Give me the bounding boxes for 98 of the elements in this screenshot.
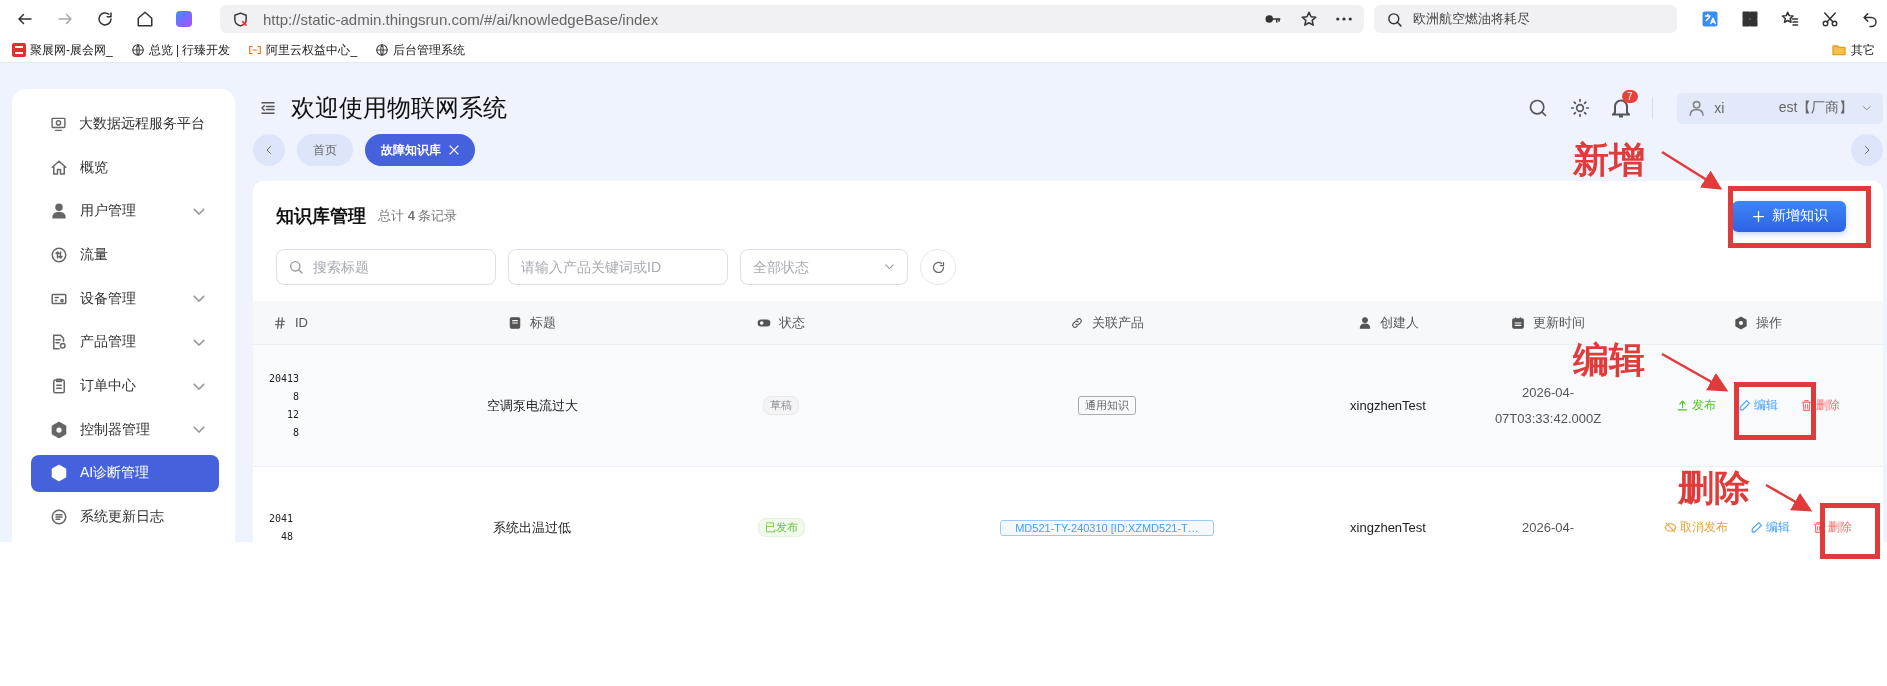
product-tag: MD521-TY-240310 [ID:XZMD521-T… <box>1000 519 1214 536</box>
column-header: 创建人 <box>1379 313 1419 332</box>
title-cell: 系统出温过低 <box>493 518 571 537</box>
sidebar-item[interactable]: 大数据远程服务平台 <box>31 105 219 143</box>
search-icon <box>1385 10 1403 28</box>
url-text: http://static-admin.thingsrun.com/#/ai/knowledgeBase/index <box>263 10 660 28</box>
search-field[interactable]: 搜索标题 <box>276 249 496 285</box>
undo-icon <box>1861 10 1879 28</box>
column-header: ID <box>295 315 308 330</box>
tab[interactable]: 首页 <box>297 134 353 166</box>
gear-icon <box>1734 315 1748 330</box>
page-title: 欢迎使用物联网系统 <box>291 93 508 123</box>
sidebar-item[interactable]: 系统更新日志 <box>31 498 219 537</box>
sidebar-item[interactable]: 控制器管理 <box>31 410 219 449</box>
annotation-label: 编辑 <box>1573 338 1645 382</box>
menu-fold-icon <box>259 99 277 117</box>
status-select[interactable]: 全部状态 <box>740 249 908 285</box>
creator-cell: xingzhenTest <box>1350 520 1426 535</box>
expo-logo-icon <box>12 43 26 57</box>
other-bookmarks[interactable]: 其它 <box>1831 41 1875 59</box>
globe-icon <box>130 43 145 57</box>
folder-icon <box>1831 42 1847 58</box>
user-icon <box>1687 98 1707 118</box>
column-header: 状态 <box>779 313 805 332</box>
home-icon <box>50 158 68 177</box>
sidebar-item[interactable]: 订单中心 <box>31 367 219 405</box>
refresh-button[interactable] <box>920 249 956 285</box>
more-icon[interactable] <box>1335 17 1352 21</box>
cloud-bracket-icon <box>248 43 263 57</box>
status-tag: 草稿 <box>763 396 799 415</box>
id-cell-text: 2041 48 <box>269 511 294 542</box>
product-tag: 通用知识 <box>1078 396 1136 415</box>
search-field[interactable]: 欧洲航空燃油将耗尽 <box>1373 5 1677 33</box>
refresh-icon <box>930 259 946 275</box>
plus-icon <box>1750 208 1766 224</box>
trash-icon <box>1800 399 1813 412</box>
apps-icon <box>1741 10 1759 28</box>
pencil-icon <box>1738 399 1751 412</box>
gear-icon <box>50 464 68 483</box>
sidebar-item[interactable]: AI诊断管理 <box>31 454 219 493</box>
time-cell-text: 2026-04- <box>1521 518 1574 537</box>
sidebar-item[interactable]: 用户管理 <box>31 192 219 231</box>
home-icon <box>136 10 154 28</box>
tab[interactable]: 故障知识库 <box>365 134 475 166</box>
title-cell: 空调泵电流过大 <box>486 396 578 415</box>
close-icon[interactable] <box>449 145 459 155</box>
sidebar-item[interactable]: 流量 <box>31 236 219 274</box>
product-field[interactable]: 请输入产品关键词或ID <box>508 249 728 285</box>
link-icon <box>1070 315 1084 330</box>
reload-icon <box>96 10 114 28</box>
highlight-frame <box>1820 503 1880 559</box>
clipboard-icon <box>50 377 68 396</box>
add-button[interactable]: 新增知识 <box>1732 200 1846 232</box>
id-cell-text: 20413 8 12 8 <box>269 371 300 440</box>
gear-icon <box>50 420 68 439</box>
address-bar[interactable]: http://static-admin.thingsrun.com/#/ai/knowledgeBase/index <box>220 5 1364 33</box>
bookmark[interactable]: 后台管理系统 <box>375 41 466 59</box>
card-title: 知识库管理 <box>276 205 366 228</box>
eye-off-icon <box>1664 521 1677 534</box>
user-icon <box>50 202 68 221</box>
book-icon <box>508 315 522 330</box>
sidebar-item[interactable]: 概览 <box>31 148 219 187</box>
globe-icon <box>375 43 390 57</box>
column-header: 更新时间 <box>1533 313 1585 332</box>
column-header: 操作 <box>1756 313 1782 332</box>
bell-icon[interactable] <box>1612 98 1630 118</box>
search-icon <box>1528 98 1548 118</box>
assistant-icon[interactable] <box>176 11 192 27</box>
hash-icon <box>273 315 287 330</box>
annotation-label: 新增 <box>1573 138 1645 182</box>
upload-icon <box>1676 399 1689 412</box>
bookmark[interactable]: 聚展网-展会网_ <box>12 41 113 59</box>
favorites-icon <box>1781 10 1799 28</box>
shield-icon <box>232 10 249 28</box>
scissors-icon <box>1821 10 1839 28</box>
column-header: 关联产品 <box>1092 313 1144 332</box>
flow-icon <box>50 245 68 264</box>
creator-cell: xingzhenTest <box>1350 398 1426 413</box>
time-cell-text: 2026-04- 07T03:33:42.000Z <box>1494 383 1602 428</box>
log-icon <box>50 508 68 527</box>
bookmark[interactable]: 阿里云权益中心_ <box>248 41 358 59</box>
search-icon <box>288 259 304 275</box>
record-count: 总计 4 条记录 <box>378 207 458 225</box>
translate-icon <box>1701 10 1719 28</box>
user-menu[interactable]: xi est【厂商】 <box>1677 92 1883 124</box>
status-tag: 已发布 <box>757 518 805 537</box>
notification-badge: 7 <box>1622 89 1638 103</box>
calendar-icon <box>1511 315 1525 330</box>
sun-icon <box>1570 98 1590 118</box>
user-icon <box>1357 315 1372 330</box>
sidebar-item[interactable]: 设备管理 <box>31 279 219 318</box>
annotation-label: 删除 <box>1678 466 1750 510</box>
pencil-icon <box>1750 521 1763 534</box>
column-header: 标题 <box>530 313 556 332</box>
star-icon <box>1299 10 1318 28</box>
sidebar-item[interactable]: 产品管理 <box>31 323 219 362</box>
document-gear-icon <box>50 333 68 352</box>
bookmark[interactable]: 总览 | 行臻开发 <box>130 41 231 59</box>
